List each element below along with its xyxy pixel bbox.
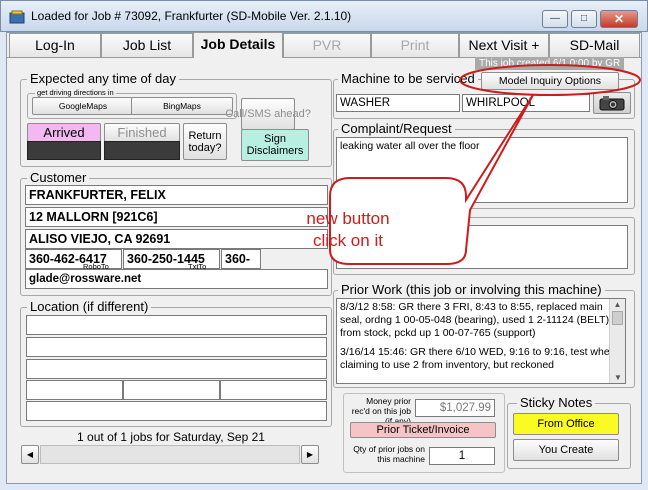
location-line-1[interactable]	[26, 315, 327, 335]
scroll-thumb[interactable]	[612, 311, 623, 325]
tab-print[interactable]: Print	[371, 33, 459, 57]
location-legend: Location (if different)	[27, 299, 152, 314]
next-job-button[interactable]: ▶	[301, 445, 319, 464]
scroll-up-icon[interactable]: ▲	[610, 300, 625, 309]
machine-legend: Machine to be serviced	[338, 71, 478, 86]
maximize-button[interactable]: □	[571, 10, 597, 28]
location-line-3[interactable]	[26, 359, 327, 379]
machine-type-field[interactable]: WASHER	[336, 94, 460, 112]
qty-prior-jobs-label: Qty of prior jobs on this machine	[353, 444, 425, 464]
prior-work-scrollbar[interactable]: ▲ ▼	[609, 299, 625, 383]
complaint-legend: Complaint/Request	[338, 121, 455, 136]
prior-work-list[interactable]: 8/3/12 8:58: GR there 3 FRI, 8:43 to 8:5…	[336, 298, 626, 384]
qty-prior-jobs-field[interactable]: 1	[429, 447, 495, 465]
customer-legend: Customer	[27, 170, 90, 185]
from-office-button[interactable]: From Office	[513, 413, 619, 435]
complaint-textarea[interactable]: leaking water all over the floor	[336, 137, 628, 203]
job-nav-status: 1 out of 1 jobs for Saturday, Sep 21	[77, 430, 265, 444]
machine-brand-field[interactable]: WHIRLPOOL	[462, 94, 590, 112]
expected-legend: Expected any time of day	[27, 71, 179, 86]
camera-button[interactable]	[593, 92, 631, 114]
sign-disclaimers-button[interactable]: Sign Disclaimers	[241, 129, 309, 161]
location-line-2[interactable]	[26, 337, 327, 357]
job-created-note: This job created 6/1 0:00 by GR	[475, 57, 625, 70]
title-bar: Loaded for Job # 73092, Frankfurter (SD-…	[0, 0, 648, 32]
prior-work-entry: 8/3/12 8:58: GR there 3 FRI, 8:43 to 8:5…	[340, 301, 610, 339]
finished-button[interactable]: Finished	[104, 123, 180, 142]
camera-icon	[599, 96, 625, 111]
window-title: Loaded for Job # 73092, Frankfurter (SD-…	[31, 9, 352, 23]
arrived-button[interactable]: Arrived	[27, 123, 101, 142]
job-details-window: Log-In Job List Job Details PVR Print Ne…	[6, 32, 642, 484]
tab-next-visit[interactable]: Next Visit +	[459, 33, 549, 57]
tab-log-in[interactable]: Log-In	[9, 33, 101, 57]
phone-3-field[interactable]: 360-	[221, 249, 261, 269]
you-create-button[interactable]: You Create	[513, 439, 619, 461]
location-phone-2[interactable]	[123, 380, 220, 400]
model-inquiry-options-button[interactable]: Model Inquiry Options	[481, 72, 619, 90]
return-today-button[interactable]: Return today?	[183, 123, 227, 160]
bing-maps-button[interactable]: BingMaps	[131, 97, 233, 115]
sticky-notes-legend: Sticky Notes	[517, 395, 596, 410]
callout-line-2: click on it	[313, 231, 383, 250]
prior-work-entry: 3/16/14 15:46: GR there 6/10 WED, 9:16 t…	[340, 346, 616, 371]
prior-ticket-invoice-button[interactable]: Prior Ticket/Invoice	[350, 422, 496, 438]
google-maps-button[interactable]: GoogleMaps	[32, 97, 134, 115]
close-button[interactable]: ✕	[600, 10, 638, 28]
directions-label: get driving directions in	[35, 88, 116, 97]
tab-sd-mail[interactable]: SD-Mail	[549, 33, 640, 57]
call-sms-ahead-button[interactable]: Call/SMS ahead?	[225, 98, 311, 130]
prev-job-button[interactable]: ◀	[21, 445, 39, 464]
app-icon	[9, 10, 25, 24]
job-nav-track[interactable]	[40, 445, 300, 464]
money-prior-field[interactable]: $1,027.99	[415, 399, 495, 417]
customer-name-field[interactable]: FRANKFURTER, FELIX	[25, 185, 328, 205]
minimize-button[interactable]: —	[542, 10, 568, 28]
callout-line-1: new button	[306, 209, 390, 228]
tab-job-details[interactable]: Job Details	[193, 32, 283, 58]
arrived-timestamp	[27, 141, 101, 160]
location-phone-3[interactable]	[220, 380, 327, 400]
tab-pvr[interactable]: PVR	[283, 33, 371, 57]
tab-job-list[interactable]: Job List	[101, 33, 193, 57]
prior-work-legend: Prior Work (this job or involving this m…	[338, 282, 605, 297]
location-line-5[interactable]	[26, 401, 327, 421]
finished-timestamp	[104, 141, 180, 160]
location-phone-1[interactable]	[26, 380, 123, 400]
scroll-down-icon[interactable]: ▼	[610, 373, 626, 382]
email-field[interactable]: glade@rossware.net	[25, 269, 328, 289]
